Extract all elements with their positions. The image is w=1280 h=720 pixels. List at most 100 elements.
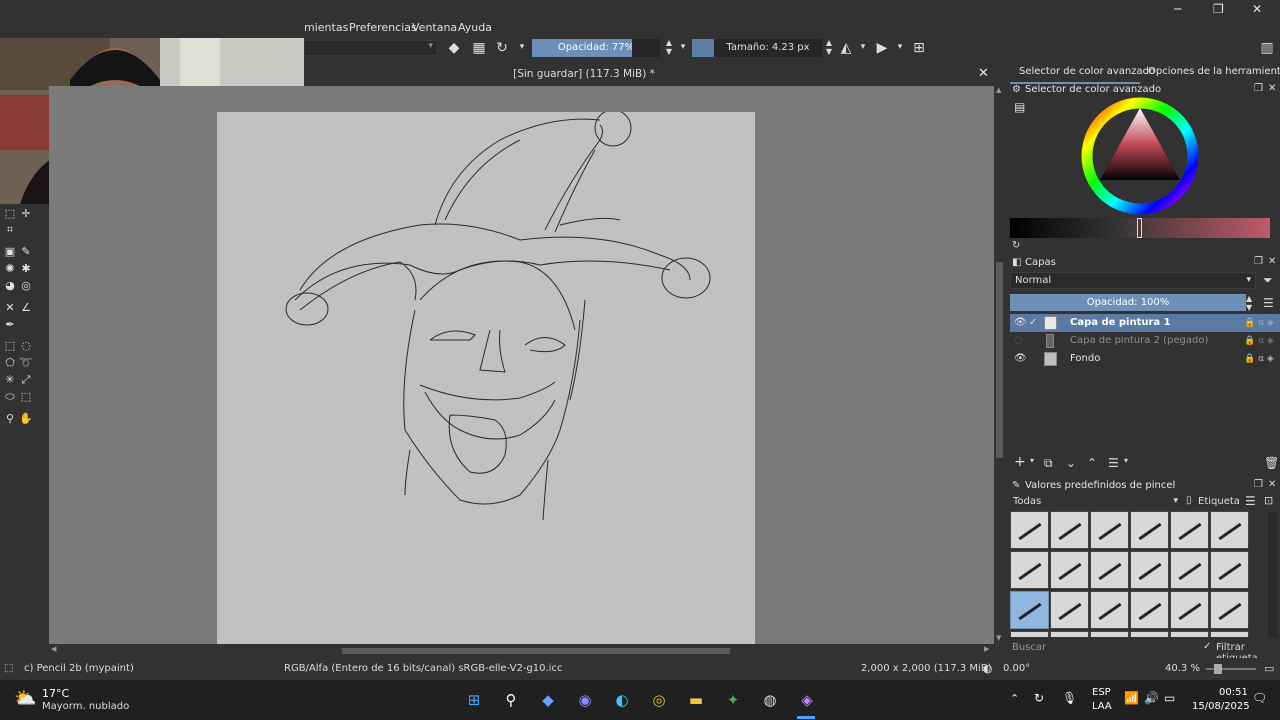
- tag-label[interactable]: Etiqueta: [1198, 496, 1240, 507]
- check-icon[interactable]: ✓: [1203, 641, 1211, 652]
- pan-tool-icon[interactable]: ✋: [18, 411, 34, 427]
- obs-icon[interactable]: ◍: [759, 690, 781, 710]
- tag-icon[interactable]: ▯: [1186, 495, 1192, 506]
- crop-tool-icon[interactable]: ⌗: [2, 222, 18, 238]
- freehand-select-icon[interactable]: ➰: [18, 355, 34, 371]
- close-document-icon[interactable]: ✕: [978, 66, 989, 81]
- copilot-icon[interactable]: ◆: [537, 690, 559, 710]
- brush-preset-thumbnail[interactable]: [1210, 551, 1249, 589]
- layer-flags-icon[interactable]: 🔒 α ◈: [1244, 332, 1274, 350]
- storage-icon[interactable]: ⊡: [1264, 494, 1273, 507]
- search-icon[interactable]: ⚲: [500, 690, 522, 710]
- rotation-icon[interactable]: ◐: [983, 662, 993, 675]
- color-settings-icon[interactable]: ▤: [1014, 100, 1025, 114]
- mirror-horizontal-icon[interactable]: ◭: [837, 40, 855, 56]
- close-panel-icon[interactable]: ✕: [1268, 479, 1276, 490]
- add-layer-icon[interactable]: +: [1014, 454, 1026, 470]
- file-explorer-icon[interactable]: ▬: [685, 690, 707, 710]
- drawing-canvas[interactable]: [217, 112, 755, 644]
- layer-flags-icon[interactable]: 🔒 α ◈: [1244, 314, 1274, 332]
- brush-preset-thumbnail[interactable]: [1130, 631, 1169, 637]
- blend-mode-select[interactable]: Normal ▾: [1010, 272, 1256, 289]
- chevron-down-icon[interactable]: ▾: [513, 42, 531, 52]
- temperature-label[interactable]: 17°C: [42, 687, 69, 700]
- layer-opacity-slider[interactable]: Opacidad: 100%: [1010, 294, 1246, 311]
- clock-date[interactable]: 15/08/2025: [1192, 701, 1250, 712]
- canvas-only-icon[interactable]: ▭: [1264, 662, 1274, 675]
- measure-tool-icon[interactable]: ∠: [18, 300, 34, 316]
- brush-preset-thumbnail[interactable]: [1170, 511, 1209, 549]
- float-panel-icon[interactable]: ❐: [1254, 83, 1263, 94]
- layer-name[interactable]: Capa de pintura 1: [1070, 314, 1171, 332]
- chevron-down-icon[interactable]: ▾: [854, 42, 872, 52]
- fill-tool-icon[interactable]: ◕: [2, 278, 18, 294]
- windows-start-icon[interactable]: ⊞: [463, 690, 485, 710]
- chevron-down-icon[interactable]: ▾: [1030, 456, 1034, 465]
- layer-opacity-stepper-icon[interactable]: ▲ ▼: [1246, 294, 1252, 312]
- brush-preset-thumbnail[interactable]: [1090, 551, 1129, 589]
- similar-select-icon[interactable]: ✱: [18, 261, 34, 277]
- color-picker-icon[interactable]: ✎: [18, 244, 34, 260]
- polygon-select-icon[interactable]: ⬠: [2, 355, 18, 371]
- rect-select-icon[interactable]: ⬚: [2, 338, 18, 354]
- brush-preset-thumbnail[interactable]: [1090, 511, 1129, 549]
- brush-preset-thumbnail[interactable]: [1210, 511, 1249, 549]
- color-strip-marker[interactable]: [1137, 218, 1142, 238]
- zoom-slider-handle[interactable]: [1214, 664, 1222, 674]
- layer-row[interactable]: ○ Capa de pintura 2 (pegado) 🔒 α ◈: [1010, 332, 1280, 350]
- size-stepper-icon[interactable]: ▲ ▼: [820, 38, 838, 56]
- magnetic-select-icon[interactable]: ⬚: [18, 389, 34, 405]
- volume-icon[interactable]: 🔊: [1144, 691, 1159, 705]
- weather-label[interactable]: Mayorm. nublado: [42, 701, 129, 712]
- move-layer-down-icon[interactable]: ⌄: [1066, 456, 1076, 470]
- tray-expand-icon[interactable]: ⌃: [1010, 692, 1019, 705]
- brush-preset-thumbnail[interactable]: [1210, 631, 1249, 637]
- brush-preset-thumbnail[interactable]: [1170, 551, 1209, 589]
- edge-icon[interactable]: ◐: [611, 690, 633, 710]
- move-layer-up-icon[interactable]: ⌃: [1087, 456, 1097, 470]
- transform-tool-icon[interactable]: ⬚: [2, 206, 18, 222]
- brush-search-input[interactable]: Buscar: [1010, 640, 1196, 654]
- assistant-tool-icon[interactable]: ✕: [2, 300, 18, 316]
- scroll-up-icon[interactable]: ▲: [996, 86, 1001, 94]
- keyboard-layout-label[interactable]: LAA: [1092, 701, 1112, 712]
- ellipse-select-icon[interactable]: ◌: [18, 338, 34, 354]
- mirror-vertical-icon[interactable]: ▶: [873, 40, 891, 56]
- alpha-lock-icon[interactable]: ▦: [470, 40, 488, 56]
- move-tool-icon[interactable]: ✛: [18, 206, 34, 222]
- reload-preset-icon[interactable]: ↻: [493, 40, 511, 56]
- brush-grid-scrollbar[interactable]: [1268, 512, 1277, 638]
- chrome-icon[interactable]: ◎: [648, 690, 670, 710]
- wifi-icon[interactable]: 📶: [1124, 691, 1139, 705]
- minimize-button[interactable]: ─: [1174, 2, 1181, 16]
- brush-filter-select[interactable]: Todas ▾: [1010, 494, 1182, 510]
- dock-layout-icon[interactable]: ▥: [1258, 40, 1276, 56]
- layer-menu-icon[interactable]: ☰: [1263, 296, 1274, 310]
- path-select-icon[interactable]: ⤢: [18, 372, 34, 388]
- refresh-icon[interactable]: ↻: [1012, 240, 1020, 251]
- eye-icon[interactable]: 👁: [1014, 314, 1027, 332]
- microphone-icon[interactable]: 🎙: [1062, 691, 1077, 705]
- brush-preset-thumbnail[interactable]: [1010, 631, 1049, 637]
- tab-advanced-color-selector[interactable]: Selector de color avanzado: [1019, 66, 1155, 77]
- chevron-down-icon[interactable]: ▾: [1124, 456, 1128, 465]
- krita-icon[interactable]: ◈: [796, 690, 818, 710]
- menu-help[interactable]: Ayuda: [458, 21, 492, 34]
- app-icon[interactable]: ✦: [722, 690, 744, 710]
- bezier-select-icon[interactable]: ⬭: [2, 389, 18, 405]
- language-label[interactable]: ESP: [1092, 687, 1111, 698]
- brush-preset-thumbnail[interactable]: [1050, 511, 1089, 549]
- brush-preset-thumbnail[interactable]: [1010, 591, 1049, 629]
- vertical-scroll-thumb[interactable]: [996, 262, 1003, 458]
- canvas-area[interactable]: [49, 86, 994, 644]
- brush-preset-thumbnail[interactable]: [1010, 551, 1049, 589]
- document-title[interactable]: [Sin guardar] (117.3 MiB) *: [304, 68, 864, 80]
- reference-tool-icon[interactable]: ✒: [2, 317, 18, 333]
- smart-patch-icon[interactable]: ✺: [2, 261, 18, 277]
- filter-icon[interactable]: ⏷: [1263, 273, 1273, 288]
- scroll-left-icon[interactable]: ◀: [51, 645, 56, 653]
- zoom-tool-icon[interactable]: ⚲: [2, 411, 18, 427]
- eraser-icon[interactable]: ◆: [445, 40, 463, 56]
- layer-flags-icon[interactable]: 🔒 α ◈: [1244, 350, 1274, 368]
- delete-layer-icon[interactable]: 🗑: [1264, 456, 1279, 470]
